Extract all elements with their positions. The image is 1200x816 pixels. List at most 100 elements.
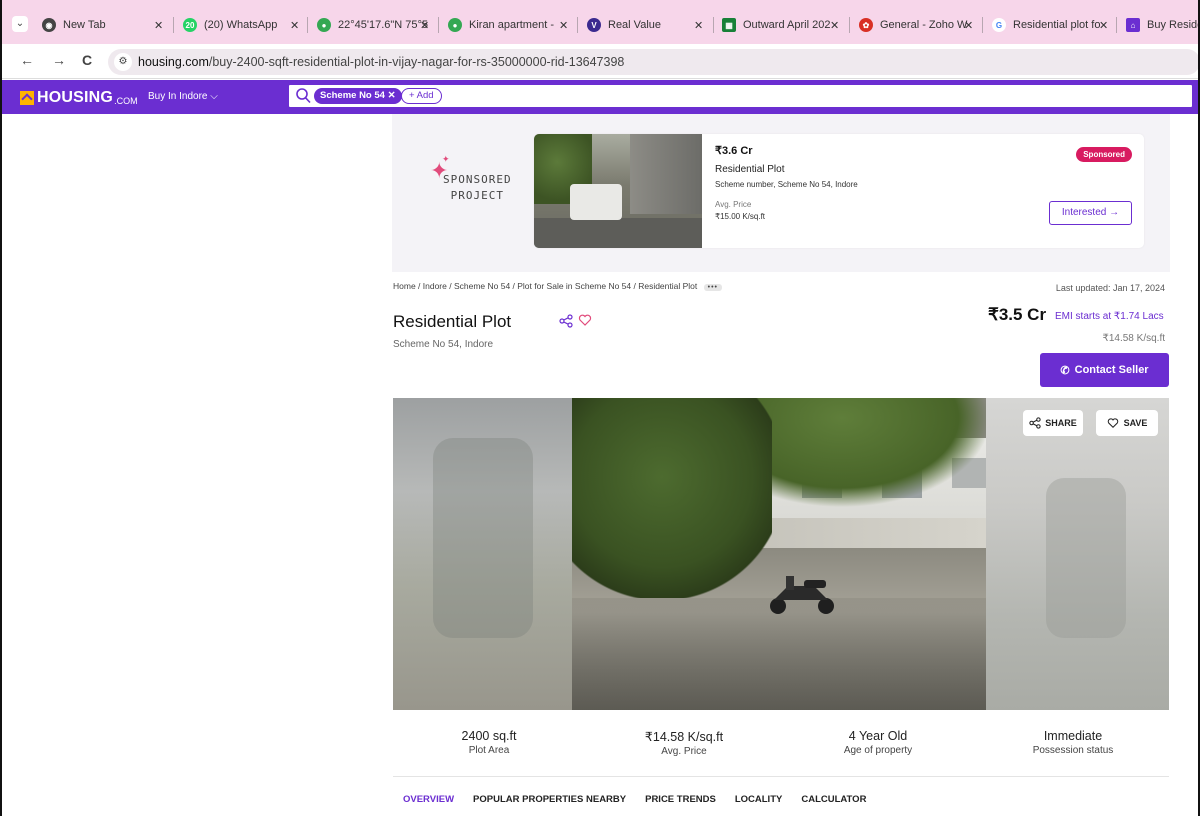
tab-title: General - Zoho W — [880, 19, 968, 31]
tab-title: Kiran apartment - — [469, 19, 554, 31]
google-icon: G — [992, 18, 1006, 32]
forward-icon[interactable]: → — [52, 52, 66, 68]
tab-close-icon[interactable]: ✕ — [964, 14, 973, 36]
share-label: SHARE — [1045, 418, 1077, 428]
tab-close-icon[interactable]: ✕ — [290, 14, 299, 36]
stat-plot-area: 2400 sq.ft Plot Area — [394, 729, 584, 756]
tab-close-icon[interactable]: ✕ — [830, 14, 839, 36]
tab-residential-plot[interactable]: G Residential plot fo — [992, 14, 1100, 36]
tab-overview[interactable]: OVERVIEW — [403, 794, 454, 805]
tab-separator — [307, 17, 308, 33]
share-icon[interactable] — [559, 314, 573, 328]
sponsored-avg-label: Avg. Price — [715, 200, 752, 209]
tab-separator — [713, 17, 714, 33]
tab-buy-residential-active[interactable]: ⌂ Buy Residenti — [1126, 14, 1198, 36]
map-pin-icon: ● — [317, 18, 331, 32]
sheets-icon: ▦ — [722, 18, 736, 32]
tab-outward-april[interactable]: ▦ Outward April 202 — [722, 14, 830, 36]
listing-location: Scheme No 54, Indore — [393, 339, 494, 350]
tab-close-icon[interactable]: ✕ — [1099, 14, 1108, 36]
tab-calculator[interactable]: CALCULATOR — [801, 794, 866, 805]
section-tabs: OVERVIEW POPULAR PROPERTIES NEARBY PRICE… — [403, 794, 885, 805]
sponsored-image[interactable] — [534, 134, 702, 248]
tab-separator — [438, 17, 439, 33]
contact-seller-button[interactable]: ✆ Contact Seller — [1040, 353, 1169, 387]
tab-real-value[interactable]: V Real Value — [587, 14, 661, 36]
photo-gallery[interactable]: SHARE SAVE — [393, 398, 1169, 710]
tab-close-icon[interactable]: ✕ — [559, 14, 568, 36]
back-icon[interactable]: ← — [20, 52, 34, 68]
tab-separator — [173, 17, 174, 33]
stat-age: 4 Year Old Age of property — [783, 729, 973, 756]
tab-close-icon[interactable]: ✕ — [420, 14, 429, 36]
tab-title: Residential plot fo — [1013, 19, 1101, 31]
last-updated: Last updated: Jan 17, 2024 — [1055, 283, 1165, 293]
tab-maps-coordinates[interactable]: ● 22°45'17.6"N 75°5 — [317, 14, 428, 36]
gallery-prev-image[interactable] — [393, 398, 572, 710]
logo-text: HOUSING — [37, 89, 114, 106]
map-pin-icon: ● — [448, 18, 462, 32]
search-chip[interactable]: Scheme No 54 ✕ — [314, 88, 402, 104]
address-bar[interactable]: ⚙ housing.com/buy-2400-sqft-residential-… — [108, 49, 1198, 75]
sponsored-avg-value: ₹15.00 K/sq.ft — [715, 212, 766, 221]
tab-zoho[interactable]: ✿ General - Zoho W — [859, 14, 967, 36]
housing-logo-icon — [20, 91, 34, 105]
url-text[interactable]: housing.com/buy-2400-sqft-residential-pl… — [138, 55, 624, 69]
tab-popular-properties[interactable]: POPULAR PROPERTIES NEARBY — [473, 794, 626, 805]
page-title: Residential Plot — [393, 312, 512, 331]
tab-separator — [1116, 17, 1117, 33]
site-header: HOUSING .COM Buy In Indore ⌵ Scheme No 5… — [2, 80, 1198, 114]
browser-window: ⌄ ◉ New Tab ✕ 20 (20) WhatsApp ✕ ● 22°45… — [0, 0, 1200, 816]
tab-new-tab[interactable]: ◉ New Tab — [42, 14, 106, 36]
zoho-icon: ✿ — [859, 18, 873, 32]
search-icon — [296, 88, 311, 104]
reload-icon[interactable]: C — [82, 52, 92, 68]
search-bar[interactable]: Scheme No 54 ✕ + Add — [287, 83, 1194, 109]
stat-possession: Immediate Possession status — [978, 729, 1168, 756]
heart-icon[interactable] — [578, 313, 592, 327]
tab-search-icon[interactable]: ⌄ — [12, 16, 28, 32]
gallery-share-button[interactable]: SHARE — [1023, 410, 1083, 436]
tab-close-icon[interactable]: ✕ — [154, 14, 163, 36]
breadcrumb-more-button[interactable]: ••• — [703, 284, 722, 291]
housing-logo[interactable]: HOUSING .COM — [20, 89, 138, 107]
add-locality-button[interactable]: + Add — [401, 88, 442, 104]
tab-title: 22°45'17.6"N 75°5 — [338, 19, 429, 31]
tab-title: (20) WhatsApp — [204, 19, 278, 31]
stat-value: Immediate — [1043, 729, 1103, 743]
sponsored-heading-line1: SPONSORED — [443, 173, 512, 186]
url-domain: housing.com — [138, 55, 209, 69]
interested-button[interactable]: Interested → — [1049, 201, 1132, 225]
tab-title: New Tab — [63, 19, 106, 31]
stat-label: Possession status — [1032, 745, 1114, 756]
tab-whatsapp[interactable]: 20 (20) WhatsApp — [183, 14, 277, 36]
tab-price-trends[interactable]: PRICE TRENDS — [645, 794, 716, 805]
sponsored-badge: Sponsored — [1076, 147, 1132, 162]
share-icon — [1029, 417, 1041, 429]
breadcrumb-text[interactable]: Home / Indore / Scheme No 54 / Plot for … — [393, 281, 697, 291]
save-label: SAVE — [1123, 418, 1148, 428]
photo-tree — [572, 398, 772, 598]
site-settings-icon[interactable]: ⚙ — [114, 53, 132, 71]
gallery-save-button[interactable]: SAVE — [1096, 410, 1158, 436]
sparkle-small-icon: ✦ — [442, 154, 450, 164]
gallery-main-image[interactable] — [572, 398, 986, 710]
tab-locality[interactable]: LOCALITY — [735, 794, 783, 805]
chevron-down-icon: ⌵ — [210, 91, 218, 102]
sponsored-card[interactable]: ₹3.6 Cr Residential Plot Scheme number, … — [534, 134, 1144, 248]
gallery-next-image[interactable] — [986, 398, 1169, 710]
stat-avg-price: ₹14.58 K/sq.ft Avg. Price — [589, 729, 779, 757]
contact-seller-label: Contact Seller — [1074, 364, 1149, 376]
stat-label: Avg. Price — [661, 746, 707, 757]
chip-close-icon[interactable]: ✕ — [388, 90, 396, 101]
search-chip-label: Scheme No 54 — [320, 90, 385, 101]
emi-link[interactable]: EMI starts at ₹1.74 Lacs — [1055, 311, 1164, 322]
city-selector[interactable]: Buy In Indore ⌵ — [148, 91, 218, 102]
image-building — [630, 134, 702, 214]
stat-value: 4 Year Old — [848, 729, 908, 743]
tab-close-icon[interactable]: ✕ — [694, 14, 703, 36]
section-divider — [393, 776, 1169, 777]
tab-kiran-apartment[interactable]: ● Kiran apartment - — [448, 14, 554, 36]
breadcrumb: Home / Indore / Scheme No 54 / Plot for … — [393, 281, 722, 291]
phone-icon: ✆ — [1060, 364, 1070, 377]
